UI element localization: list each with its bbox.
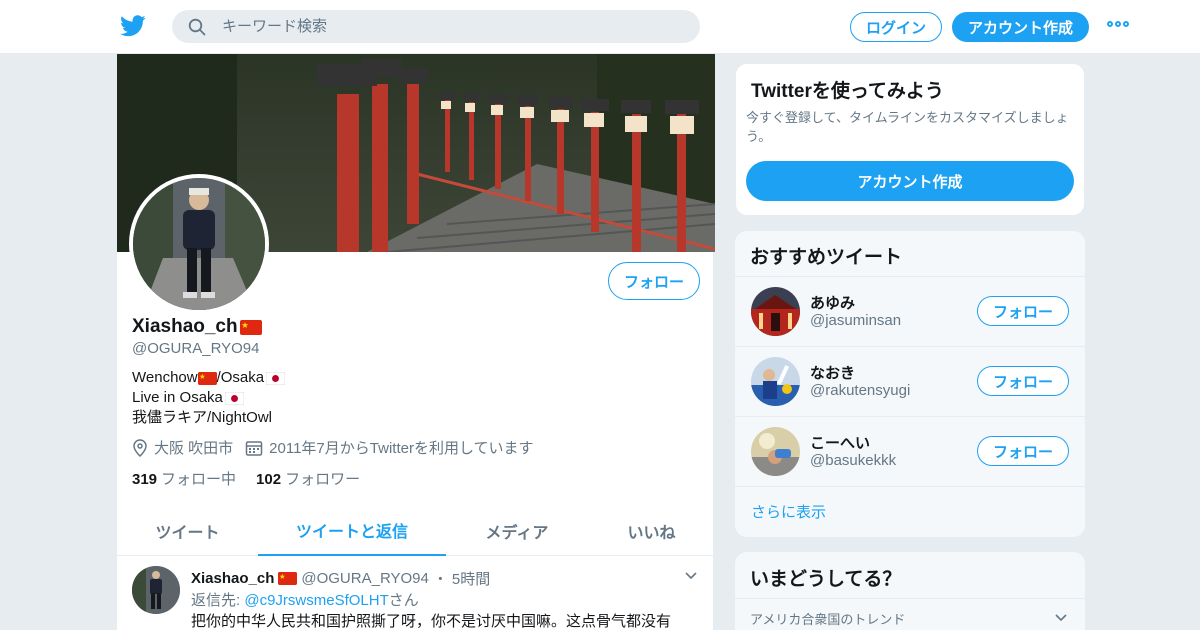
china-flag-icon (278, 572, 298, 585)
trends-region: アメリカ合衆国のトレンド (750, 612, 906, 627)
china-flag-icon (239, 319, 262, 335)
signup-button[interactable]: アカウント作成 (952, 12, 1089, 42)
recommended-user-name[interactable]: あゆみ (810, 292, 855, 313)
tweet-author-name[interactable]: Xiashao_ch (191, 570, 274, 587)
tweet-avatar[interactable] (132, 566, 180, 614)
tab-media[interactable]: メディア (446, 506, 588, 556)
tweet-author-handle[interactable]: @OGURA_RYO94 (301, 570, 429, 587)
top-nav: ログイン アカウント作成 (0, 0, 1200, 54)
china-flag-icon (197, 371, 217, 385)
search-box[interactable] (172, 10, 700, 43)
avatar[interactable] (751, 287, 800, 336)
follow-button[interactable]: フォロー (977, 296, 1069, 326)
recommended-user[interactable]: こーへい @basukekkk フォロー (735, 416, 1085, 486)
tweet-text: 把你的中华人民共和国护照撕了呀，你不是讨厌中国嘛。这点骨气都没有 (191, 613, 672, 630)
profile-stats: 319 フォロー中 102 フォロワー (132, 468, 360, 489)
recommended-user[interactable]: あゆみ @jasuminsan フォロー (735, 276, 1085, 346)
follow-button[interactable]: フォロー (977, 366, 1069, 396)
recommended-user-handle[interactable]: @jasuminsan (810, 312, 901, 329)
recommended-user-handle[interactable]: @rakutensyugi (810, 382, 910, 399)
twitter-bird-icon[interactable] (120, 14, 146, 38)
follow-button[interactable]: フォロー (608, 262, 700, 300)
follow-button[interactable]: フォロー (977, 436, 1069, 466)
reply-suffix: さん (388, 592, 419, 609)
tab-likes[interactable]: いいね (588, 506, 715, 556)
japan-flag-icon (224, 391, 244, 405)
location-text: 大阪 吹田市 (154, 440, 234, 457)
chevron-down-icon[interactable] (685, 572, 697, 580)
login-button[interactable]: ログイン (850, 12, 942, 42)
profile-meta: 大阪 吹田市 2011年7月からTwitterを利用しています (132, 437, 546, 458)
trends-card: いまどうしてる？ アメリカ合衆国のトレンド (735, 552, 1085, 630)
search-icon (188, 18, 206, 35)
following-label: フォロー中 (161, 471, 237, 488)
profile-handle[interactable]: @OGURA_RYO94 (132, 340, 260, 357)
location-icon (133, 438, 147, 457)
recommended-user-name[interactable]: こーへい (810, 432, 870, 453)
profile-bio: Wenchow /Osaka Live in Osaka 我儘ラキア/Night… (132, 368, 286, 428)
tweet-item[interactable]: Xiashao_ch @OGURA_RYO94 ・ 5時間 返信先: @c9Jrsw… (117, 556, 715, 630)
divider (735, 598, 1085, 599)
profile-column: フォロー Xiashao_ch @OGURA_RYO94 Wenchow /Os… (116, 54, 715, 630)
reply-prefix: 返信先: (191, 592, 245, 609)
bio-line: Wenchow (132, 369, 198, 386)
followers-label: フォロワー (285, 471, 361, 488)
reply-to-link[interactable]: @c9JrswsmeSfOLHT (244, 592, 388, 609)
following-count: 319 (132, 471, 158, 488)
recommended-user[interactable]: なおき @rakutensyugi フォロー (735, 346, 1085, 416)
recommended-title: おすすめツイート (750, 247, 903, 268)
tweet-header: Xiashao_ch @OGURA_RYO94 ・ 5時間 (191, 568, 490, 589)
profile-name-text: Xiashao_ch (132, 316, 238, 337)
profile-name: Xiashao_ch (132, 316, 262, 338)
japan-flag-icon (266, 371, 286, 385)
bio-line: 我儘ラキア/NightOwl (132, 409, 273, 426)
avatar[interactable] (751, 357, 800, 406)
profile-tabs: ツイート ツイートと返信 メディア いいね (117, 506, 715, 556)
signup-card-title: Twitterを使ってみよう (751, 81, 944, 102)
search-input[interactable] (222, 18, 662, 35)
tweet-timestamp[interactable]: 5時間 (452, 568, 490, 589)
calendar-icon (245, 440, 263, 456)
joined-text: 2011年7月からTwitterを利用しています (269, 440, 534, 457)
signup-card: Twitterを使ってみよう 今すぐ登録して、タイムラインをカスタマイズしましょ… (735, 63, 1085, 216)
tweet-separator: ・ (432, 571, 448, 588)
bio-line: Live in Osaka (132, 389, 223, 406)
tweet-reply-to: 返信先: @c9JrswsmeSfOLHTさん (191, 589, 419, 610)
followers-count: 102 (256, 471, 282, 488)
tab-tweets[interactable]: ツイート (117, 506, 258, 556)
recommended-user-name[interactable]: なおき (810, 362, 855, 383)
following-stat[interactable]: 319 フォロー中 (132, 468, 236, 489)
more-icon[interactable] (1107, 21, 1129, 27)
signup-card-button[interactable]: アカウント作成 (746, 161, 1074, 201)
tab-tweets-and-replies[interactable]: ツイートと返信 (258, 506, 446, 556)
profile-avatar[interactable] (129, 174, 269, 314)
avatar[interactable] (751, 427, 800, 476)
recommended-card: おすすめツイート あゆみ @jasuminsan フォロー なおき @rakut… (735, 231, 1085, 537)
bio-line: /Osaka (216, 369, 265, 386)
recommended-user-handle[interactable]: @basukekkk (810, 452, 896, 469)
signup-card-description: 今すぐ登録して、タイムラインをカスタマイズしましょう。 (746, 110, 1069, 144)
followers-stat[interactable]: 102 フォロワー (256, 468, 360, 489)
trends-title: いまどうしてる？ (750, 569, 902, 590)
chevron-down-icon[interactable] (1055, 614, 1067, 622)
show-more-link[interactable]: さらに表示 (751, 501, 826, 522)
